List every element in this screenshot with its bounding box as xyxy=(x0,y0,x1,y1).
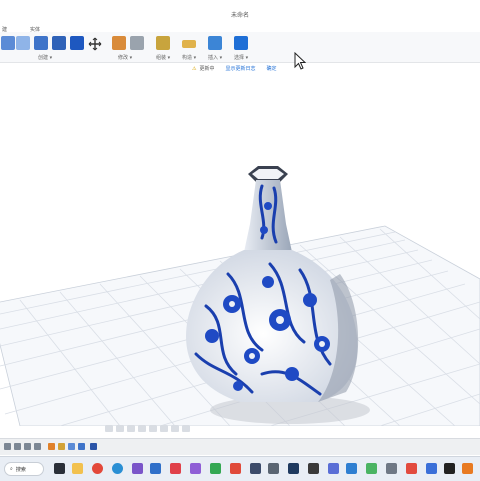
extrude-icon[interactable] xyxy=(34,36,48,50)
task-view-icon[interactable] xyxy=(54,463,65,474)
display-settings-icon[interactable] xyxy=(160,424,168,432)
ok-link[interactable]: 确定 xyxy=(267,65,277,72)
viewports-icon[interactable] xyxy=(182,424,190,432)
group-label-assemble[interactable]: 组装 ▾ xyxy=(156,54,170,61)
measure-icon[interactable] xyxy=(182,40,196,48)
app-icon-3[interactable] xyxy=(170,463,181,474)
ribbon-toolbar: 创建 ▾ 修改 ▾ 组装 ▾ 构造 ▾ 插入 ▾ 选择 ▾ xyxy=(0,32,480,63)
canvas-viewport[interactable] xyxy=(0,74,480,426)
orbit-icon[interactable] xyxy=(105,424,113,432)
view-nav-bar xyxy=(105,423,215,433)
timeline-feature-2[interactable] xyxy=(58,443,65,450)
fit-icon[interactable] xyxy=(138,424,146,432)
assembly-icon[interactable] xyxy=(112,36,126,50)
timeline-play-icon[interactable] xyxy=(24,443,31,450)
window-titlebar: 未命名 xyxy=(0,8,480,24)
app-icon-11[interactable] xyxy=(328,463,339,474)
zoom-window-icon[interactable] xyxy=(149,424,157,432)
timeline-prev-icon[interactable] xyxy=(14,443,21,450)
app-icon-8[interactable] xyxy=(268,463,279,474)
app-icon-1[interactable] xyxy=(132,463,143,474)
app-icon-15[interactable] xyxy=(426,463,437,474)
os-taskbar: ⌕ 搜索 xyxy=(0,456,480,481)
timeline-feature-3[interactable] xyxy=(68,443,75,450)
pan-icon[interactable] xyxy=(116,424,124,432)
select-icon[interactable] xyxy=(234,36,248,50)
app-icon-13[interactable] xyxy=(386,463,397,474)
changelog-link[interactable]: 显示更新日志 xyxy=(226,65,256,72)
group-label-construct[interactable]: 构造 ▾ xyxy=(182,54,196,61)
insert-image-icon[interactable] xyxy=(208,36,222,50)
app-icon-5[interactable] xyxy=(210,463,221,474)
mouse-cursor-icon xyxy=(294,52,306,70)
update-notification: ⚠ 更新中 显示更新日志 确定 xyxy=(192,64,277,73)
zoom-icon[interactable] xyxy=(127,424,135,432)
timeline-feature-5[interactable] xyxy=(90,443,97,450)
search-icon: ⌕ xyxy=(10,466,13,472)
fusion-icon[interactable] xyxy=(462,463,473,474)
app-icon-7[interactable] xyxy=(250,463,261,474)
shell-icon[interactable] xyxy=(52,36,66,50)
app-icon-12[interactable] xyxy=(366,463,377,474)
file-explorer-icon[interactable] xyxy=(72,463,83,474)
app-icon-14[interactable] xyxy=(406,463,417,474)
app-icon-6[interactable] xyxy=(230,463,241,474)
chrome-icon[interactable] xyxy=(92,463,103,474)
timeline-start-icon[interactable] xyxy=(4,443,11,450)
move-icon[interactable] xyxy=(88,36,102,51)
vase-model xyxy=(186,166,359,402)
app-icon-9[interactable] xyxy=(288,463,299,474)
joint-icon[interactable] xyxy=(130,36,144,50)
app-icon-10[interactable] xyxy=(308,463,319,474)
vscode-icon[interactable] xyxy=(346,463,357,474)
group-label-select[interactable]: 选择 ▾ xyxy=(234,54,248,61)
plane-icon[interactable] xyxy=(156,36,170,50)
shell-icon-2[interactable] xyxy=(70,36,84,50)
group-label-modify[interactable]: 修改 ▾ xyxy=(118,54,132,61)
edge-icon[interactable] xyxy=(112,463,123,474)
timeline-bar xyxy=(0,438,480,455)
notification-message: 更新中 xyxy=(199,66,215,72)
search-placeholder: 搜索 xyxy=(15,466,26,473)
app-icon-4[interactable] xyxy=(190,463,201,474)
group-label-insert[interactable]: 插入 ▾ xyxy=(208,54,222,61)
app-icon-2[interactable] xyxy=(150,463,161,474)
scene-svg xyxy=(0,166,480,426)
timeline-feature-4[interactable] xyxy=(78,443,85,450)
grid-settings-icon[interactable] xyxy=(171,424,179,432)
warning-icon: ⚠ xyxy=(192,65,197,72)
group-label-create[interactable]: 创建 ▾ xyxy=(38,54,52,61)
sketch-icon[interactable] xyxy=(1,36,15,50)
timeline-next-icon[interactable] xyxy=(34,443,41,450)
timeline-feature-1[interactable] xyxy=(48,443,55,450)
taskbar-search[interactable]: ⌕ 搜索 xyxy=(4,462,44,476)
box-icon[interactable] xyxy=(16,36,30,50)
app-title: 未命名 xyxy=(230,12,249,19)
app-icon-16[interactable] xyxy=(444,463,455,474)
